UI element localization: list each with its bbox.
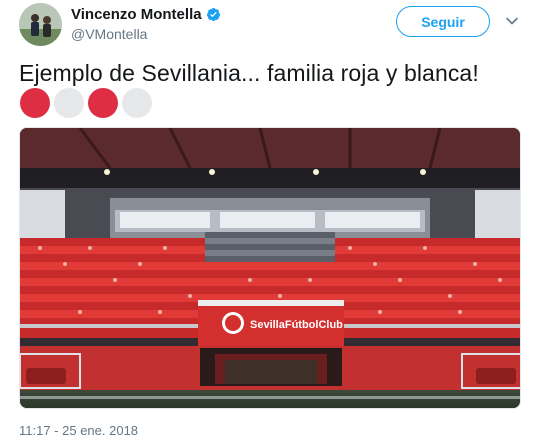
banner-text: SevillaFútbolClub bbox=[250, 319, 343, 331]
author-display-name[interactable]: Vincenzo Montella bbox=[71, 6, 202, 23]
tweet-photo[interactable]: SevillaFútbolClub bbox=[19, 127, 521, 409]
tweet-timestamp[interactable]: 11:17 - 25 ene. 2018 bbox=[19, 423, 138, 438]
verified-badge-icon bbox=[206, 7, 221, 22]
avatar-photo bbox=[19, 3, 62, 46]
chevron-down-icon[interactable] bbox=[505, 14, 519, 28]
author-name-row: Vincenzo Montella bbox=[71, 6, 221, 23]
author-avatar[interactable] bbox=[19, 3, 62, 46]
white-circle-icon bbox=[54, 88, 84, 118]
tweet-text: Ejemplo de Sevillania... familia roja y … bbox=[19, 60, 479, 86]
follow-button[interactable]: Seguir bbox=[396, 6, 490, 37]
red-circle-icon bbox=[20, 88, 50, 118]
emoji-row bbox=[20, 88, 152, 118]
author-handle[interactable]: @VMontella bbox=[71, 26, 147, 42]
white-circle-icon bbox=[122, 88, 152, 118]
red-circle-icon bbox=[88, 88, 118, 118]
stadium-team-photo: SevillaFútbolClub bbox=[20, 128, 520, 408]
